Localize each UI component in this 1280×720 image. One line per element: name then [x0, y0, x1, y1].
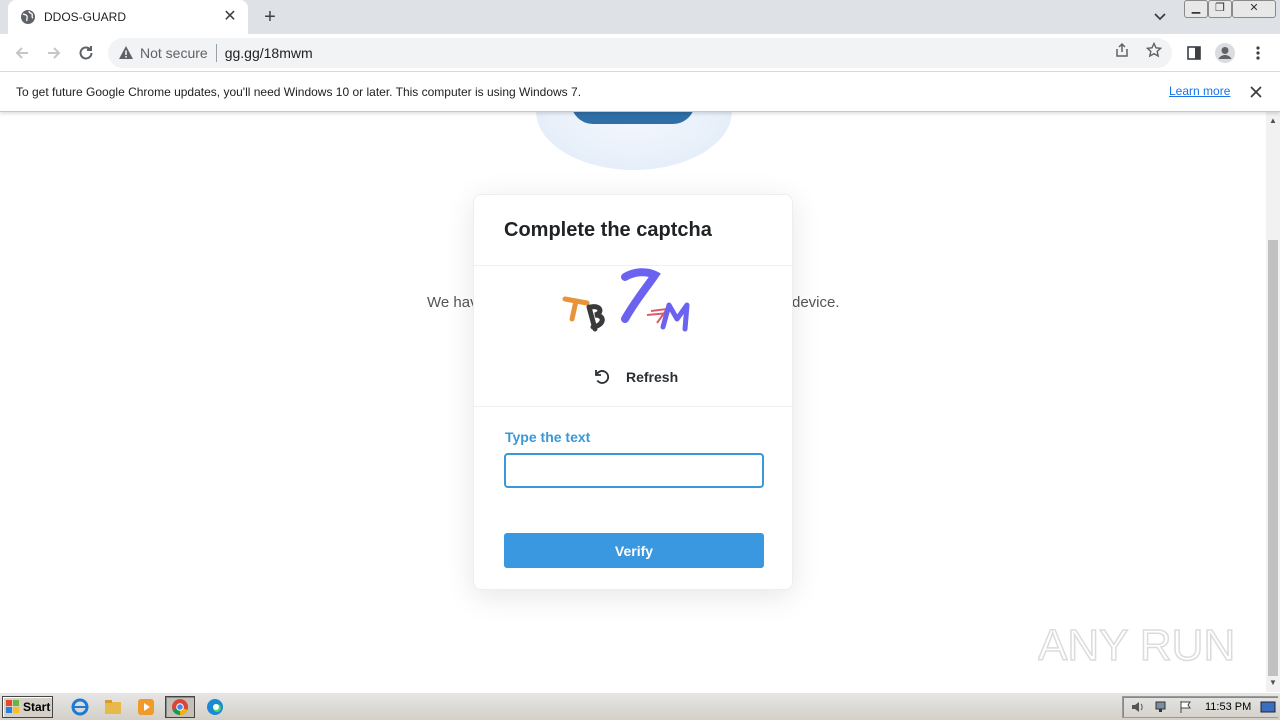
- show-desktop-icon[interactable]: [1259, 699, 1277, 715]
- robot-illustration: [536, 112, 732, 170]
- refresh-button[interactable]: Refresh: [592, 367, 678, 387]
- captcha-modal: Complete the captcha Refresh Type the te…: [473, 194, 793, 590]
- infobar-message: To get future Google Chrome updates, you…: [16, 84, 582, 99]
- scroll-down-icon[interactable]: ▼: [1269, 678, 1277, 687]
- volume-icon[interactable]: [1129, 699, 1147, 715]
- windows-logo-icon: [6, 700, 19, 713]
- scroll-thumb[interactable]: [1268, 240, 1278, 676]
- page-scrollbar[interactable]: ▲ ▼: [1266, 112, 1280, 692]
- security-label[interactable]: Not secure: [140, 45, 208, 61]
- action-center-flag-icon[interactable]: [1177, 699, 1195, 715]
- captcha-field-label: Type the text: [505, 429, 591, 445]
- tab-close-icon[interactable]: ✕: [222, 9, 238, 25]
- captcha-input[interactable]: [504, 453, 764, 488]
- close-window-button[interactable]: ✕: [1232, 0, 1276, 18]
- start-button[interactable]: Start: [2, 696, 53, 718]
- refresh-icon: [595, 370, 609, 384]
- taskbar-clock[interactable]: 11:53 PM: [1205, 701, 1251, 713]
- divider: [474, 406, 792, 407]
- browser-tab[interactable]: DDOS-GUARD ✕: [8, 0, 248, 34]
- back-button[interactable]: [10, 41, 34, 65]
- star-icon[interactable]: [1144, 41, 1164, 59]
- globe-icon: [21, 10, 35, 24]
- chevron-down-icon[interactable]: [1150, 8, 1170, 26]
- warning-icon: [119, 46, 133, 59]
- page-content: We hav device. Complete the captcha Refr…: [0, 112, 1266, 692]
- learn-more-link[interactable]: Learn more: [1169, 84, 1230, 98]
- browser-toolbar: Not secure gg.gg/18mwm: [0, 34, 1280, 72]
- system-tray: 11:53 PM: [1122, 696, 1278, 718]
- new-tab-button[interactable]: +: [258, 6, 282, 28]
- close-icon[interactable]: [1248, 84, 1264, 100]
- verify-button[interactable]: Verify: [504, 533, 764, 568]
- edge-icon[interactable]: [203, 696, 227, 718]
- watermark-text: ANY RUN: [1038, 621, 1234, 670]
- tab-strip: DDOS-GUARD ✕ + ▁ ❐ ✕: [0, 0, 1280, 34]
- robot-visor: [571, 112, 695, 124]
- kebab-menu-icon[interactable]: [1246, 41, 1270, 65]
- captcha-title: Complete the captcha: [504, 219, 712, 241]
- omnibox-separator: [215, 44, 217, 62]
- side-panel-icon[interactable]: [1182, 41, 1206, 65]
- scroll-up-icon[interactable]: ▲: [1269, 116, 1277, 125]
- share-icon[interactable]: [1112, 41, 1132, 59]
- chrome-taskbar-icon[interactable]: [165, 696, 195, 718]
- captcha-image: [562, 268, 690, 332]
- update-infobar: To get future Google Chrome updates, you…: [0, 72, 1280, 112]
- network-icon[interactable]: [1153, 699, 1171, 715]
- restore-button[interactable]: ❐: [1208, 0, 1232, 18]
- windows-taskbar: Start 11:53 PM: [0, 692, 1280, 720]
- anyrun-watermark: ANY RUN: [1038, 620, 1234, 671]
- address-bar[interactable]: Not secure gg.gg/18mwm: [108, 38, 1172, 68]
- arrow-left-icon: [15, 47, 28, 59]
- tab-title: DDOS-GUARD: [44, 10, 127, 24]
- background-text-left: We hav: [427, 294, 478, 311]
- forward-button[interactable]: [42, 41, 66, 65]
- profile-avatar-icon[interactable]: [1213, 41, 1237, 65]
- refresh-label: Refresh: [626, 369, 679, 385]
- internet-explorer-icon[interactable]: [68, 696, 92, 718]
- minimize-button[interactable]: ▁: [1184, 0, 1208, 18]
- file-explorer-icon[interactable]: [101, 696, 125, 718]
- reload-button[interactable]: [74, 41, 98, 65]
- reload-icon: [79, 46, 93, 60]
- background-text-right: device.: [792, 294, 840, 311]
- divider: [474, 265, 792, 266]
- url-text[interactable]: gg.gg/18mwm: [225, 45, 313, 61]
- arrow-right-icon: [48, 47, 61, 59]
- media-player-icon[interactable]: [134, 696, 158, 718]
- start-label: Start: [23, 700, 51, 714]
